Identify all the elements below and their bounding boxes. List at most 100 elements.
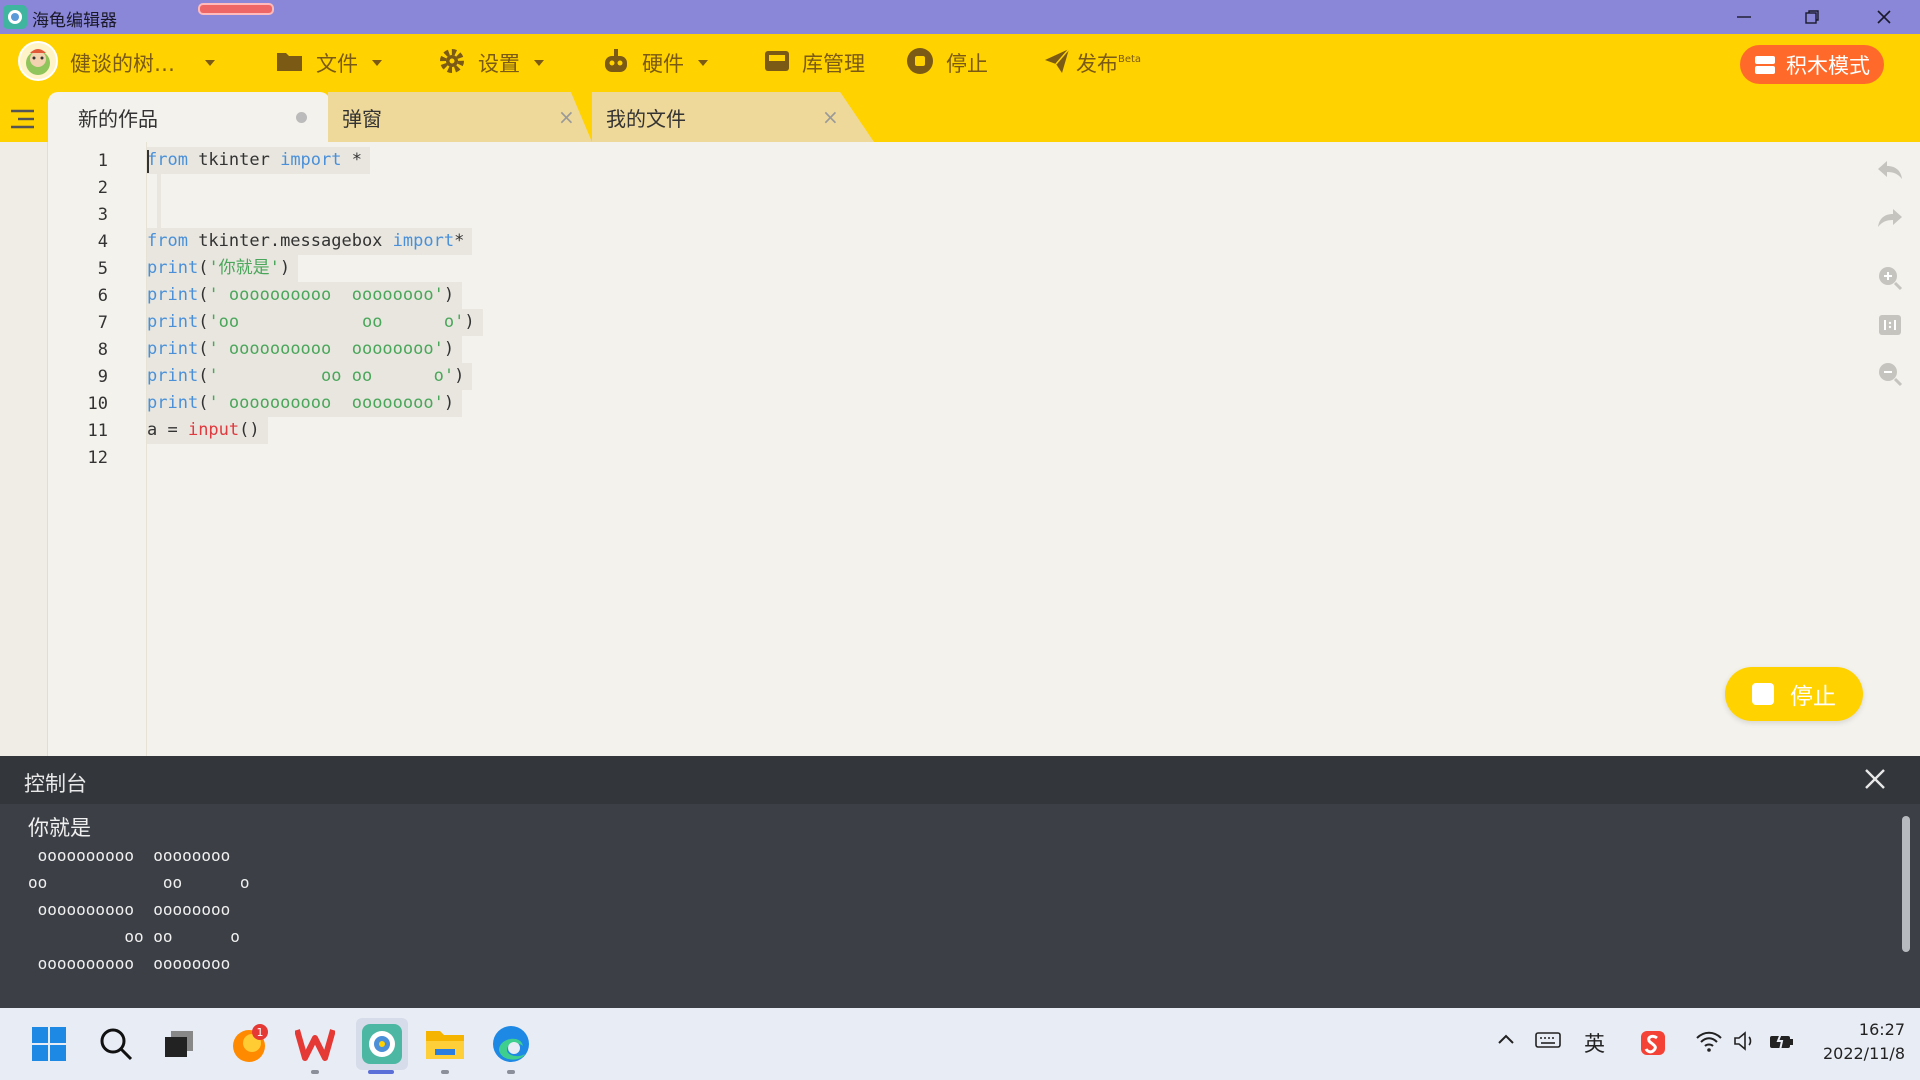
- console-title: 控制台: [24, 772, 87, 796]
- line-number: 2: [97, 178, 108, 198]
- tab-close-icon[interactable]: ×: [558, 105, 575, 129]
- string-literal: 'oo oo o': [208, 312, 465, 332]
- code-line-10[interactable]: print(' oooooooooo oooooooo'): [147, 390, 463, 417]
- chevron-down-icon: [534, 60, 544, 66]
- menu-icon: [11, 109, 34, 129]
- paren: ): [454, 366, 465, 386]
- code-line-9[interactable]: print(' oo oo o'): [147, 363, 473, 390]
- library-manager-button[interactable]: 库管理: [764, 34, 865, 92]
- tab-popup[interactable]: 弹窗 ×: [328, 92, 592, 142]
- zoom-in-icon[interactable]: [1877, 265, 1903, 291]
- close-button[interactable]: [1856, 0, 1912, 34]
- selection-gap: [157, 174, 161, 228]
- windows-start-icon[interactable]: [27, 1022, 71, 1066]
- app-logo-icon: [3, 5, 27, 29]
- robot-icon: [602, 47, 630, 80]
- string-literal: ' oooooooooo oooooooo': [208, 393, 444, 413]
- keyboard-icon[interactable]: [1535, 1030, 1561, 1055]
- title-decoration: [198, 3, 274, 15]
- code-text: tkinter: [187, 150, 281, 170]
- library-manager-label: 库管理: [802, 52, 865, 76]
- line-number: 1: [97, 151, 108, 171]
- line-number: 9: [97, 367, 108, 387]
- firefox-icon[interactable]: 1: [227, 1022, 271, 1066]
- string-literal: ' oo oo o': [208, 366, 455, 386]
- turtle-editor-icon[interactable]: [356, 1018, 408, 1070]
- avatar: [18, 40, 58, 86]
- code-text: *: [454, 231, 465, 251]
- redo-icon[interactable]: [1877, 205, 1903, 231]
- tray-overflow-chevron-icon[interactable]: [1496, 1030, 1516, 1055]
- gear-icon: [438, 47, 466, 80]
- console-scrollbar[interactable]: [1902, 816, 1910, 952]
- blocks-icon: [1754, 55, 1776, 75]
- running-indicator: [507, 1070, 515, 1074]
- beta-badge: Beta: [1118, 53, 1142, 65]
- block-mode-label: 积木模式: [1786, 53, 1870, 78]
- battery-icon[interactable]: [1768, 1030, 1796, 1057]
- settings-menu[interactable]: 设置: [438, 34, 544, 92]
- search-icon[interactable]: [94, 1022, 138, 1066]
- console-header: [0, 756, 1920, 804]
- clock-date[interactable]: 2022/11/8: [1818, 1044, 1905, 1063]
- floating-stop-button[interactable]: 停止: [1725, 667, 1863, 721]
- edge-icon[interactable]: [489, 1022, 533, 1066]
- volume-icon[interactable]: [1733, 1030, 1757, 1057]
- close-icon: [1865, 769, 1885, 789]
- restore-icon: [1805, 10, 1819, 24]
- console-line: oooooooooo oooooooo: [28, 846, 231, 865]
- paren: ): [279, 258, 291, 278]
- chevron-down-icon: [698, 60, 708, 66]
- user-menu[interactable]: 健谈的树…: [18, 34, 215, 92]
- editor-side-gutter: [0, 142, 48, 756]
- main-toolbar: 健谈的树… 文件 设置 硬件 库管理 停止 发布 Beta: [0, 34, 1920, 92]
- publish-button[interactable]: 发布 Beta: [1044, 34, 1141, 92]
- clock-time[interactable]: 16:27: [1855, 1020, 1905, 1039]
- code-line-6[interactable]: print(' oooooooooo oooooooo'): [147, 282, 463, 309]
- builtin-input: input: [187, 420, 240, 440]
- file-menu-label: 文件: [316, 52, 358, 76]
- task-view-icon[interactable]: [157, 1022, 201, 1066]
- code-line-11[interactable]: a = input(): [147, 417, 268, 444]
- line-number: 3: [97, 205, 108, 225]
- paren: (: [198, 339, 209, 359]
- text-cursor: [147, 150, 149, 173]
- wifi-icon[interactable]: [1696, 1030, 1722, 1057]
- tab-new-work[interactable]: 新的作品: [48, 92, 330, 142]
- minimize-icon: [1737, 16, 1751, 18]
- code-line-8[interactable]: print(' oooooooooo oooooooo'): [147, 336, 463, 363]
- folder-icon: [276, 49, 304, 78]
- hardware-menu[interactable]: 硬件: [602, 34, 708, 92]
- console-output[interactable]: [0, 804, 1920, 1008]
- inbox-icon: [764, 49, 790, 78]
- sogou-ime-icon[interactable]: [1640, 1030, 1666, 1061]
- keyword: from: [147, 231, 188, 251]
- code-text: a =: [147, 420, 188, 440]
- paren: ): [464, 312, 475, 332]
- code-line-5[interactable]: print('你就是'): [147, 255, 299, 282]
- window-title: 海龟编辑器: [32, 11, 117, 31]
- tab-my-files[interactable]: 我的文件 ×: [592, 92, 874, 142]
- line-number: 4: [97, 232, 108, 252]
- line-number: 8: [97, 340, 108, 360]
- code-line-4[interactable]: from tkinter.messagebox import*: [147, 228, 473, 255]
- reset-zoom-icon[interactable]: [1877, 312, 1903, 338]
- sidebar-toggle-button[interactable]: [10, 108, 36, 134]
- console-line: oo oo o: [28, 873, 250, 892]
- undo-icon[interactable]: [1877, 157, 1903, 183]
- ime-indicator[interactable]: 英: [1584, 1028, 1605, 1058]
- file-menu[interactable]: 文件: [276, 34, 382, 92]
- console-line: oooooooooo oooooooo: [28, 954, 231, 973]
- code-line-1[interactable]: from tkinter import *: [147, 147, 370, 174]
- file-explorer-icon[interactable]: [423, 1022, 467, 1066]
- minimize-button[interactable]: [1716, 0, 1772, 34]
- line-number: 10: [87, 394, 108, 414]
- maximize-button[interactable]: [1784, 0, 1840, 34]
- stop-button[interactable]: 停止: [906, 34, 988, 92]
- block-mode-button[interactable]: 积木模式: [1740, 45, 1884, 84]
- console-close-button[interactable]: [1864, 764, 1886, 797]
- zoom-out-icon[interactable]: [1877, 361, 1903, 387]
- code-line-7[interactable]: print('oo oo o'): [147, 309, 483, 336]
- tab-close-icon[interactable]: ×: [822, 105, 839, 129]
- wps-icon[interactable]: [293, 1022, 337, 1066]
